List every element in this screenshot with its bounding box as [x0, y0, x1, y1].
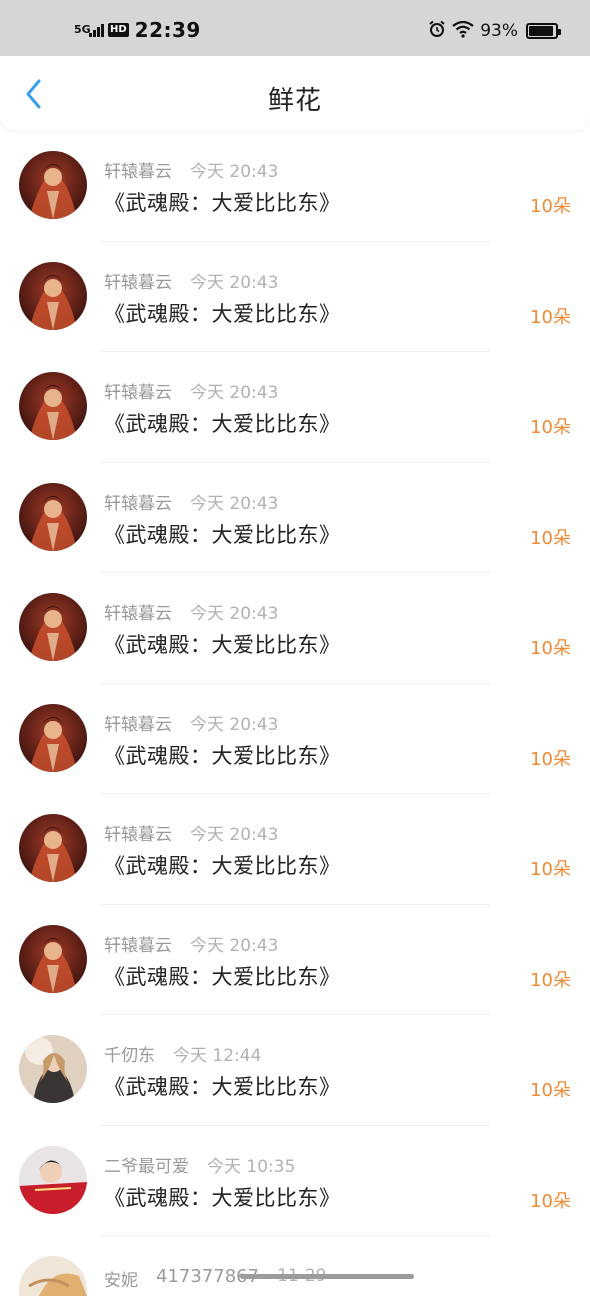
book-title[interactable]: 《武魂殿：大爱比比东》	[104, 408, 341, 438]
avatar[interactable]	[19, 814, 87, 882]
book-title[interactable]: 《武魂殿：大爱比比东》	[104, 961, 341, 991]
signal-icon	[89, 23, 105, 37]
page-title: 鲜花	[267, 86, 322, 116]
item-time: 今天 20:43	[190, 604, 279, 624]
flower-count: 10朵	[530, 196, 571, 217]
book-title[interactable]: 《武魂殿：大爱比比东》	[104, 629, 341, 659]
item-meta: 轩辕暮云 今天 20:43	[104, 931, 278, 956]
book-title[interactable]: 《武魂殿：大爱比比东》	[104, 298, 341, 328]
user-name[interactable]: 轩辕暮云	[104, 489, 172, 514]
item-time: 今天 20:43	[190, 162, 279, 182]
hd-badge: HD	[108, 23, 129, 37]
status-right: 93%	[428, 20, 561, 42]
avatar[interactable]	[19, 151, 87, 219]
item-time: 今天 20:43	[190, 272, 279, 293]
list-item[interactable]: 轩辕暮云 今天 20:43 《武魂殿：大爱比比东》 10朵	[0, 463, 590, 573]
book-title[interactable]: 《武魂殿：大爱比比东》	[104, 519, 341, 549]
item-time: 今天 20:43	[190, 714, 279, 735]
battery-percent: 93%	[480, 21, 518, 41]
book-title[interactable]: 《武魂殿：大爱比比东》	[104, 187, 341, 217]
book-title[interactable]: 《武魂殿：大爱比比东》	[104, 1071, 341, 1101]
list-item[interactable]: 轩辕暮云 今天 20:43 《武魂殿：大爱比比东》 10朵	[0, 684, 590, 794]
avatar[interactable]	[19, 924, 87, 993]
battery-icon	[526, 23, 561, 39]
clock: 22:39	[134, 18, 201, 42]
item-meta: 二爷最可爱 今天 10:35	[104, 1152, 295, 1177]
list-item[interactable]: 轩辕暮云 今天 20:43 《武魂殿：大爱比比东》 10朵	[0, 905, 590, 1015]
item-time: 今天 10:35	[207, 1156, 296, 1177]
item-meta: 轩辕暮云 今天 20:43	[104, 268, 278, 293]
avatar[interactable]	[19, 1256, 87, 1296]
status-bar: 5G HD 22:39 93%	[0, 0, 590, 60]
item-meta: 轩辕暮云 今天 20:43	[104, 489, 278, 514]
item-time: 今天 20:43	[190, 493, 279, 514]
flower-list: 轩辕暮云 今天 20:43 《武魂殿：大爱比比东》 10朵 轩辕暮云 今天 20:43 《武…	[0, 131, 590, 1296]
user-name[interactable]: 轩辕暮云	[104, 931, 172, 956]
list-item[interactable]: 轩辕暮云 今天 20:43 《武魂殿：大爱比比东》 10朵	[0, 573, 590, 684]
item-time: 今天 20:43	[190, 935, 279, 956]
item-meta: 轩辕暮云 今天 20:43	[104, 710, 278, 735]
avatar[interactable]	[19, 703, 87, 772]
user-name[interactable]: 轩辕暮云	[104, 710, 172, 735]
book-title[interactable]: 《武魂殿：大爱比比东》	[104, 740, 341, 770]
list-item[interactable]: 二爷最可爱 今天 10:35 《武魂殿：大爱比比东》 10朵	[0, 1126, 590, 1236]
home-indicator[interactable]	[240, 1274, 414, 1279]
avatar[interactable]	[19, 593, 87, 661]
user-name[interactable]: 轩辕暮云	[104, 268, 172, 293]
flower-count: 10朵	[530, 1190, 571, 1212]
item-meta: 轩辕暮云 今天 20:43	[104, 378, 278, 403]
user-name[interactable]: 轩辕暮云	[104, 378, 172, 403]
network-type: 5G	[74, 23, 91, 36]
list-item[interactable]: 轩辕暮云 今天 20:43 《武魂殿：大爱比比东》 10朵	[0, 131, 590, 242]
book-title[interactable]: 《武魂殿：大爱比比东》	[104, 850, 341, 880]
list-item[interactable]: 轩辕暮云 今天 20:43 《武魂殿：大爱比比东》 10朵	[0, 352, 590, 463]
status-left: 5G HD 22:39	[74, 18, 201, 42]
user-name[interactable]: 轩辕暮云	[104, 599, 172, 624]
item-time: 今天 20:43	[190, 825, 279, 845]
flower-count: 10朵	[530, 969, 571, 991]
avatar[interactable]	[19, 372, 87, 440]
flower-count: 10朵	[530, 1080, 571, 1101]
flower-count: 10朵	[530, 417, 571, 438]
flower-count: 10朵	[530, 638, 571, 659]
avatar[interactable]	[19, 1145, 87, 1214]
avatar[interactable]	[19, 482, 87, 551]
list-item[interactable]: 安妮41737786711-29	[0, 1236, 590, 1296]
user-name[interactable]: 轩辕暮云	[104, 820, 172, 845]
item-time: 今天 12:44	[173, 1046, 262, 1066]
avatar[interactable]	[19, 261, 87, 330]
item-meta: 轩辕暮云 今天 20:43	[104, 599, 278, 624]
user-name[interactable]: 轩辕暮云	[104, 157, 172, 182]
flower-count: 10朵	[530, 859, 571, 880]
item-time: 今天 20:43	[190, 383, 279, 403]
user-name[interactable]: 安妮	[104, 1266, 138, 1291]
list-item[interactable]: 千仞东 今天 12:44 《武魂殿：大爱比比东》 10朵	[0, 1015, 590, 1126]
flower-count: 10朵	[530, 306, 571, 328]
flower-count: 10朵	[530, 527, 571, 549]
list-item[interactable]: 轩辕暮云 今天 20:43 《武魂殿：大爱比比东》 10朵	[0, 242, 590, 352]
avatar[interactable]	[19, 1035, 87, 1103]
wifi-icon	[452, 20, 474, 42]
alarm-icon	[428, 20, 446, 42]
flower-count: 10朵	[530, 748, 571, 770]
item-meta: 千仞东 今天 12:44	[104, 1041, 261, 1066]
item-meta: 轩辕暮云 今天 20:43	[104, 820, 278, 845]
user-name[interactable]: 千仞东	[104, 1041, 155, 1066]
nav-bar: 鲜花	[0, 56, 590, 131]
user-name[interactable]: 二爷最可爱	[104, 1152, 189, 1177]
list-item[interactable]: 轩辕暮云 今天 20:43 《武魂殿：大爱比比东》 10朵	[0, 794, 590, 905]
book-title[interactable]: 《武魂殿：大爱比比东》	[104, 1182, 341, 1212]
item-meta: 轩辕暮云 今天 20:43	[104, 157, 278, 182]
